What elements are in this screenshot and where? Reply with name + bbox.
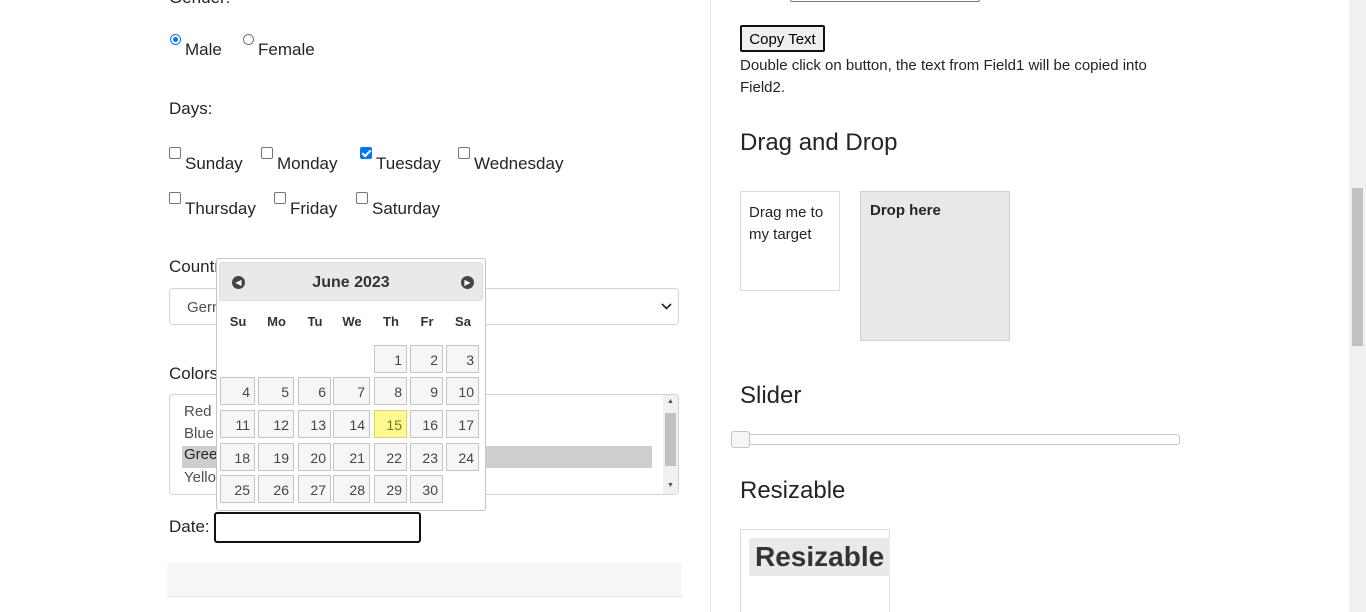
scroll-down-icon[interactable]: ▼ (667, 482, 674, 489)
checkbox-tuesday[interactable]: Tuesday (360, 146, 441, 174)
page-scroll-thumb[interactable] (1352, 188, 1363, 346)
checkbox-friday-label: Friday (290, 199, 338, 218)
radio-male-label: Male (185, 40, 222, 59)
checkbox-thursday[interactable]: Thursday (169, 191, 256, 219)
checkbox-thursday-box[interactable] (169, 192, 181, 204)
calendar-day[interactable]: 16 (410, 410, 443, 438)
drag-drop-heading: Drag and Drop (740, 129, 898, 156)
calendar-day[interactable]: 14 (333, 410, 370, 438)
checkbox-monday-box[interactable] (261, 147, 273, 159)
calendar-day[interactable]: 13 (298, 410, 331, 438)
radio-female-label: Female (258, 40, 315, 59)
resizable-heading: Resizable (740, 477, 846, 504)
checkbox-sunday[interactable]: Sunday (169, 146, 243, 174)
calendar-day[interactable]: 3 (446, 345, 479, 373)
gender-label: Gender: (169, 0, 230, 8)
weekday-header: Sa (455, 314, 471, 329)
calendar-day[interactable]: 5 (258, 377, 294, 405)
weekday-header: Mo (267, 314, 286, 329)
copy-note: Double click on button, the text from Fi… (740, 57, 1147, 96)
calendar-day[interactable]: 6 (298, 377, 331, 405)
checkbox-wednesday-label: Wednesday (474, 154, 564, 173)
droppable-box[interactable]: Drop here (860, 191, 1010, 341)
calendar-day[interactable]: 19 (258, 443, 294, 471)
date-label: Date: (169, 517, 210, 536)
resizable-box[interactable]: Resizable (740, 529, 891, 612)
date-input[interactable] (214, 512, 421, 543)
calendar-day[interactable]: 17 (446, 410, 479, 438)
calendar-day[interactable]: 26 (258, 475, 294, 503)
radio-female[interactable]: Female (243, 32, 315, 60)
datepicker-header: ◀ June 2023 ▶ (219, 262, 483, 301)
calendar-day[interactable]: 21 (333, 443, 370, 471)
datepicker: ◀ June 2023 ▶ Su Mo Tu We Th Fr Sa 1 2 3 4 5 6 7 8 9 10 1… (216, 258, 486, 511)
calendar-day[interactable]: 7 (333, 377, 370, 405)
listbox-scrollbar[interactable]: ▲ ▼ (663, 395, 678, 494)
checkbox-wednesday[interactable]: Wednesday (458, 146, 563, 174)
next-month-icon[interactable]: ▶ (461, 276, 474, 289)
radio-male[interactable]: Male (170, 32, 222, 60)
checkbox-tuesday-label: Tuesday (376, 154, 441, 173)
weekday-header: Fr (420, 314, 434, 329)
colors-label: Colors: (169, 364, 223, 383)
calendar-day[interactable]: 29 (374, 475, 407, 503)
calendar-day[interactable]: 4 (220, 377, 255, 405)
field2-input[interactable] (790, 0, 980, 2)
slider-track[interactable] (740, 434, 1180, 445)
calendar-day[interactable]: 1 (374, 345, 407, 373)
page-scrollbar[interactable] (1349, 0, 1366, 612)
calendar-day[interactable]: 2 (410, 345, 443, 373)
calendar-day[interactable]: 30 (410, 475, 443, 503)
scroll-up-icon[interactable]: ▲ (667, 398, 674, 405)
calendar-day[interactable]: 25 (220, 475, 255, 503)
calendar-day[interactable]: 11 (220, 410, 255, 438)
calendar-day[interactable]: 22 (374, 443, 407, 471)
datepicker-title: June 2023 (312, 274, 390, 291)
copy-text-button[interactable]: Copy Text (740, 25, 825, 52)
checkbox-saturday[interactable]: Saturday (356, 191, 440, 219)
checkbox-wednesday-box[interactable] (458, 147, 470, 159)
calendar-day[interactable]: 8 (374, 377, 407, 405)
calendar-day[interactable]: 28 (333, 475, 370, 503)
checkbox-saturday-box[interactable] (356, 192, 368, 204)
radio-male-button[interactable] (170, 34, 181, 45)
calendar-day[interactable]: 27 (298, 475, 331, 503)
calendar-day[interactable]: 9 (410, 377, 443, 405)
checkbox-friday-box[interactable] (274, 192, 286, 204)
checkbox-friday[interactable]: Friday (274, 191, 337, 219)
checkbox-thursday-label: Thursday (185, 199, 256, 218)
calendar-day-today[interactable]: 15 (374, 410, 407, 438)
chevron-down-icon (661, 301, 672, 313)
listbox-scroll-thumb[interactable] (665, 413, 676, 466)
calendar-day[interactable]: 12 (258, 410, 294, 438)
checkbox-sunday-box[interactable] (169, 147, 181, 159)
checkbox-monday[interactable]: Monday (261, 146, 337, 174)
slider-heading: Slider (740, 382, 802, 409)
draggable-box[interactable]: Drag me to my target (740, 191, 840, 291)
list-item[interactable]: Blue (184, 425, 214, 447)
radio-female-button[interactable] (243, 34, 254, 45)
checkbox-saturday-label: Saturday (372, 199, 441, 218)
calendar-day[interactable]: 18 (220, 443, 255, 471)
weekday-header: We (342, 314, 362, 329)
weekday-header: Tu (307, 314, 323, 329)
calendar-day[interactable]: 20 (298, 443, 331, 471)
page: Gender: Male Female Days: Sunday Monday … (0, 0, 1366, 612)
checkbox-monday-label: Monday (277, 154, 338, 173)
weekday-header: Su (229, 314, 247, 329)
calendar-day[interactable]: 23 (410, 443, 443, 471)
slider-handle[interactable] (731, 431, 750, 448)
checkbox-sunday-label: Sunday (185, 154, 243, 173)
resizable-title: Resizable (749, 538, 891, 576)
checkbox-tuesday-box[interactable] (360, 147, 372, 159)
footer-bar (167, 563, 682, 597)
calendar-day[interactable]: 10 (446, 377, 479, 405)
list-item[interactable]: Red (184, 403, 212, 425)
days-label: Days: (169, 99, 213, 118)
calendar-day[interactable]: 24 (446, 443, 479, 471)
weekday-header: Th (383, 314, 399, 329)
column-divider (710, 0, 711, 612)
